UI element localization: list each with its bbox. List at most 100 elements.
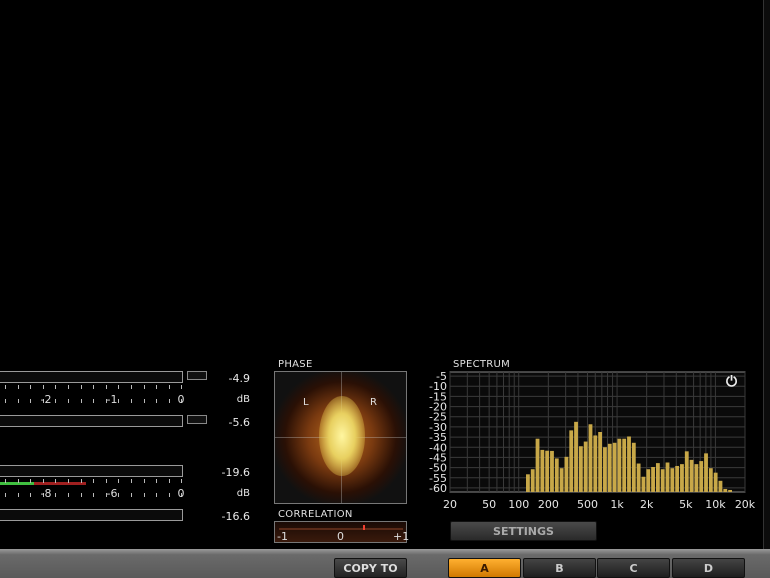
spectrum-bar [636,463,641,492]
scale-tick [17,399,19,403]
scale-tick [131,493,132,497]
correlation-meter: -1 0 +1 [274,521,410,543]
scale-tick [30,385,32,389]
scale-tick [156,399,158,403]
power-icon[interactable]: ⏻ [726,374,737,390]
spectrum-bar [708,468,713,492]
scale-tick [131,399,132,403]
peak-scale [0,385,183,407]
scale-tick [156,385,158,389]
spectrum-bar [526,474,530,492]
spectrum-bar [622,438,627,492]
scale-tick [42,385,44,389]
scale-tick [55,479,57,483]
scale-label: 0 [177,487,185,500]
x-tick-label: 200 [538,498,559,511]
rms-meter-right [0,509,183,521]
spectrum-bar [588,424,593,492]
scale-tick [143,385,145,389]
spectrum-bar [559,468,564,492]
x-tick-label: 50 [482,498,496,511]
x-tick-label: 500 [577,498,598,511]
peak-value-right: -5.6 [228,416,250,429]
scale-tick [143,479,145,483]
slot-b-button[interactable]: B [523,558,596,578]
scale-tick [181,385,183,389]
spectrum-bar [704,453,708,492]
corr-label-max: +1 [393,530,410,543]
correlation-indicator [363,525,365,530]
scale-label: -6 [106,487,118,500]
spectrum-bar [723,488,728,492]
copy-to-button[interactable]: COPY TO [334,558,407,578]
scale-tick [93,479,95,483]
rms-value-left: -19.6 [221,466,250,479]
spectrum-bar [530,469,535,492]
scale-tick [143,399,145,403]
scale-label: -1 [106,393,118,406]
scale-tick [168,385,170,389]
scale-tick [156,479,158,483]
x-tick-label: 100 [508,498,529,511]
scale-tick [118,493,120,497]
spectrum-bar [631,442,636,492]
scale-tick [5,479,6,483]
spectrum-bar [670,468,675,492]
scale-tick [181,479,183,483]
peak-hold-right[interactable] [187,415,207,424]
scale-tick [17,385,19,389]
slot-a-button[interactable]: A [448,558,521,578]
slot-c-button[interactable]: C [597,558,670,578]
spectrum-bar [655,463,660,492]
scale-tick [55,493,57,497]
spectrum-bar [660,469,665,492]
x-tick-label: 10k [705,498,726,511]
x-tick-label: 20k [735,498,756,511]
phase-right-label: R [370,397,378,408]
spectrum-bar [612,442,617,492]
spectrum-bar [598,432,603,492]
spectrum-bar [607,443,612,492]
peak-meter-right [0,415,183,427]
spectrum-bar [675,465,680,492]
spectrum-bar [713,472,718,492]
peak-meter-left [0,371,183,383]
x-tick-label: 5k [679,498,693,511]
rms-meter-left [0,465,183,477]
spectrum-bar [583,441,588,492]
spectrum-bar [728,489,732,492]
spectrum-bar [718,480,723,492]
spectrum-chart: -5-10-15-20-25-30-35-40-45-50-55-6020 50 1… [429,370,756,511]
spectrum-bar [694,464,699,492]
peak-hold-left[interactable] [187,371,207,380]
scale-tick [30,479,32,483]
phase-title: PHASE [278,359,313,370]
spectrum-bar [699,461,704,492]
phase-scope: L R [274,371,407,504]
scrollbar[interactable] [763,0,770,549]
scale-tick [118,399,120,403]
scale-tick [93,493,95,497]
scale-tick [105,479,107,483]
scale-tick [168,493,170,497]
scale-tick [80,479,82,483]
scale-tick [105,385,107,389]
scale-label: 0 [177,393,185,406]
spectrum-bar [574,421,578,492]
spectrum-bar [627,436,631,492]
spectrum-bar [680,464,684,492]
scale-tick [118,479,120,483]
scale-tick [68,479,69,483]
scale-tick [55,399,57,403]
correlation-title: CORRELATION [278,509,353,520]
x-tick-label: 1k [610,498,624,511]
scale-tick [17,493,19,497]
slot-d-button[interactable]: D [672,558,745,578]
spectrum-bar [603,447,607,492]
settings-button[interactable]: SETTINGS [450,521,597,541]
spectrum-bar [641,476,646,492]
peak-value-left: -4.9 [228,372,250,385]
spectrum-bar [569,430,574,492]
phase-left-label: L [303,397,309,408]
x-tick-label: 2k [640,498,654,511]
